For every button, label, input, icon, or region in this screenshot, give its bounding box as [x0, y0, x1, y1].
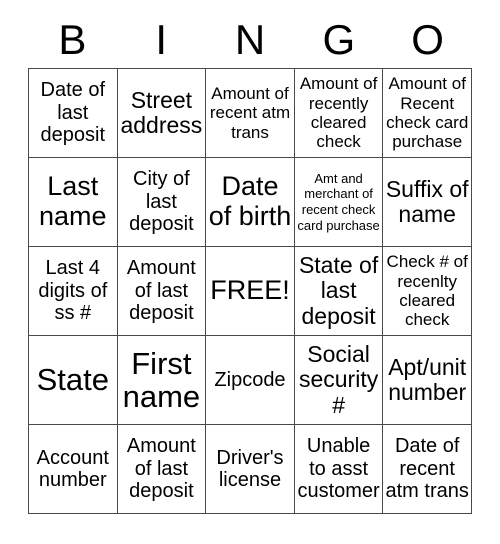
bingo-cell-label: Apt/unit number: [388, 353, 467, 405]
bingo-cell-label: Amount of Recent check card purchase: [386, 74, 469, 152]
bingo-cell-label: First name: [122, 345, 201, 414]
bingo-cell[interactable]: Driver's license: [206, 425, 295, 514]
bingo-cell[interactable]: Suffix of name: [383, 158, 472, 247]
bingo-cell[interactable]: Amount of Recent check card purchase: [383, 69, 472, 158]
bingo-cell[interactable]: City of last deposit: [117, 158, 207, 247]
bingo-cell-label: Street address: [120, 86, 203, 138]
bingo-cell-label: Last name: [39, 171, 107, 231]
bingo-cell-label: Last 4 digits of ss #: [38, 257, 108, 325]
bingo-grid: Date of last deposit Street address Amount…: [28, 68, 472, 514]
bingo-cell-label: Date of last deposit: [40, 79, 106, 147]
bingo-cell[interactable]: Social security #: [294, 336, 384, 425]
bingo-cell-label: Amount of recently cleared check: [299, 74, 378, 152]
bingo-cell-label: Date of recent atm trans: [385, 435, 469, 503]
bingo-cell[interactable]: Apt/unit number: [383, 336, 472, 425]
bingo-cell-label: Amount of recent atm trans: [209, 83, 291, 142]
bingo-cell-label: FREE!: [210, 275, 290, 306]
bingo-cell-label: City of last deposit: [129, 168, 194, 236]
header-letter-g: G: [322, 16, 356, 63]
header-letter-n: N: [234, 16, 266, 63]
bingo-cell[interactable]: Amount of last deposit: [117, 425, 207, 514]
bingo-cell-label: Driver's license: [216, 446, 284, 491]
bingo-cell[interactable]: State: [29, 336, 118, 425]
bingo-cell-label: Date of birth: [208, 171, 292, 231]
bingo-cell-free[interactable]: FREE!: [206, 247, 295, 336]
bingo-cell[interactable]: First name: [117, 336, 207, 425]
bingo-cell[interactable]: Account number: [29, 425, 118, 514]
bingo-cell-label: Unable to asst customer: [297, 435, 380, 503]
bingo-cell[interactable]: Date of last deposit: [29, 69, 118, 158]
bingo-cell[interactable]: Amount of last deposit: [117, 247, 207, 336]
bingo-cell[interactable]: Last name: [29, 158, 118, 247]
bingo-cell[interactable]: Date of recent atm trans: [383, 425, 472, 514]
bingo-cell-label: Amt and merchant of recent check card pu…: [297, 170, 380, 233]
bingo-cell-label: Account number: [36, 446, 109, 491]
bingo-cell-label: Amount of last deposit: [126, 435, 196, 503]
bingo-cell[interactable]: Date of birth: [206, 158, 295, 247]
bingo-cell[interactable]: Amount of recent atm trans: [206, 69, 295, 158]
bingo-header: B I N G O: [28, 14, 472, 66]
bingo-cell[interactable]: Check # of recenlty cleared check: [383, 247, 472, 336]
bingo-cell-label: State: [36, 362, 109, 398]
bingo-cell[interactable]: Amt and merchant of recent check card pu…: [294, 158, 384, 247]
bingo-cell-label: Zipcode: [214, 368, 286, 391]
bingo-cell[interactable]: Amount of recently cleared check: [294, 69, 384, 158]
bingo-cell-label: State of last deposit: [298, 252, 379, 329]
bingo-cell[interactable]: Unable to asst customer: [294, 425, 384, 514]
bingo-cell[interactable]: State of last deposit: [294, 247, 384, 336]
header-letter-i: I: [155, 16, 168, 63]
header-letter-o: O: [411, 16, 444, 63]
bingo-cell-label: Suffix of name: [385, 175, 469, 227]
bingo-cell[interactable]: Last 4 digits of ss #: [29, 247, 118, 336]
bingo-cell-label: Amount of last deposit: [126, 257, 196, 325]
bingo-cell-label: Social security #: [298, 341, 379, 418]
header-letter-b: B: [58, 16, 87, 63]
bingo-cell-label: Check # of recenlty cleared check: [386, 252, 468, 330]
bingo-card: B I N G O Date of last deposit Street add…: [0, 0, 500, 544]
bingo-cell[interactable]: Zipcode: [206, 336, 295, 425]
bingo-cell[interactable]: Street address: [117, 69, 207, 158]
